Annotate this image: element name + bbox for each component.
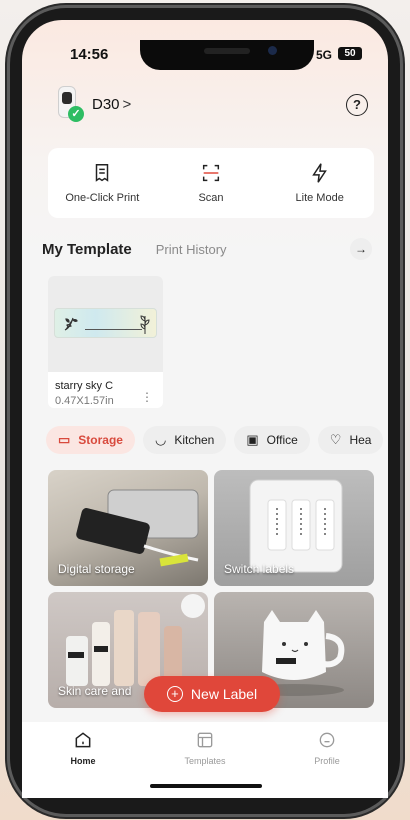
- chip-label: Storage: [78, 433, 123, 447]
- chip-label: Office: [266, 433, 298, 447]
- templates-icon: [197, 732, 213, 748]
- template-preview: [48, 276, 163, 372]
- template-card[interactable]: starry sky C 0.47X1.57in ⋮: [48, 276, 163, 408]
- device-selector[interactable]: ✓ D30 >: [54, 86, 131, 122]
- terminal-icon: ▣: [246, 432, 259, 447]
- arrow-right-icon[interactable]: →: [350, 238, 372, 260]
- storage-box-icon: ▭: [58, 432, 71, 447]
- new-label-text: New Label: [190, 686, 258, 702]
- new-label-button[interactable]: + New Label: [144, 676, 280, 712]
- scan-icon: [202, 164, 220, 182]
- chip-health[interactable]: ♡ Hea: [317, 426, 384, 454]
- lightning-icon: [311, 163, 327, 183]
- nav-label: Templates: [184, 756, 226, 766]
- one-click-print-button[interactable]: One-Click Print: [48, 148, 157, 218]
- chip-office[interactable]: ▣ Office: [234, 426, 310, 454]
- card-label: Skin care and: [58, 684, 132, 698]
- section-tabs: My Template Print History →: [42, 238, 376, 260]
- label-thumbnail: [54, 308, 157, 338]
- connected-check-icon: ✓: [68, 106, 84, 122]
- nav-label: Profile: [314, 756, 340, 766]
- leaf-decoration-icon: [140, 315, 150, 334]
- device-name: D30: [92, 95, 120, 113]
- front-camera: [268, 46, 277, 55]
- chip-label: Hea: [349, 433, 372, 447]
- floral-decoration-icon: [64, 317, 78, 331]
- quick-action-label: One-Click Print: [65, 192, 140, 204]
- scan-button[interactable]: Scan: [157, 148, 266, 218]
- quick-actions-card: One-Click Print Scan Lite Mode: [48, 148, 374, 218]
- print-doc-icon: [96, 164, 109, 182]
- chip-label: Kitchen: [174, 433, 215, 447]
- profile-icon: [319, 732, 335, 748]
- card-label: Digital storage: [58, 562, 135, 576]
- help-icon[interactable]: ?: [346, 94, 368, 116]
- nav-profile[interactable]: Profile: [282, 730, 372, 798]
- health-icon: ♡: [329, 432, 342, 447]
- nav-label: Home: [70, 756, 96, 766]
- tab-my-template[interactable]: My Template: [42, 241, 132, 258]
- battery-icon: 50: [338, 47, 362, 60]
- home-icon: [75, 732, 91, 748]
- category-chips: ▭ Storage ◡ Kitchen ▣ Office ♡ Hea: [46, 426, 384, 454]
- network-indicator: 5G: [316, 48, 333, 62]
- lite-mode-button[interactable]: Lite Mode: [265, 148, 374, 218]
- quick-action-label: Lite Mode: [295, 192, 344, 204]
- printer-device-icon: ✓: [54, 86, 84, 122]
- notch: [140, 40, 314, 70]
- tab-print-history[interactable]: Print History: [156, 242, 227, 257]
- chip-kitchen[interactable]: ◡ Kitchen: [142, 426, 227, 454]
- card-label: Switch labels: [224, 562, 295, 576]
- plus-circle-icon: +: [166, 686, 183, 702]
- more-options-icon[interactable]: ⋮: [141, 390, 153, 404]
- chevron-right-icon: >: [122, 95, 132, 113]
- speaker: [204, 48, 250, 54]
- chip-storage[interactable]: ▭ Storage: [46, 426, 135, 454]
- category-card-digital-storage[interactable]: Digital storage: [48, 470, 208, 586]
- template-size: 0.47X1.57in: [55, 395, 114, 407]
- template-name: starry sky C: [55, 380, 114, 392]
- category-card-switch-labels[interactable]: Switch labels: [214, 470, 374, 586]
- pot-icon: ◡: [154, 432, 167, 447]
- nav-home[interactable]: Home: [38, 730, 128, 798]
- quick-action-label: Scan: [198, 192, 224, 204]
- home-indicator: [150, 784, 262, 788]
- status-time: 14:56: [70, 46, 109, 63]
